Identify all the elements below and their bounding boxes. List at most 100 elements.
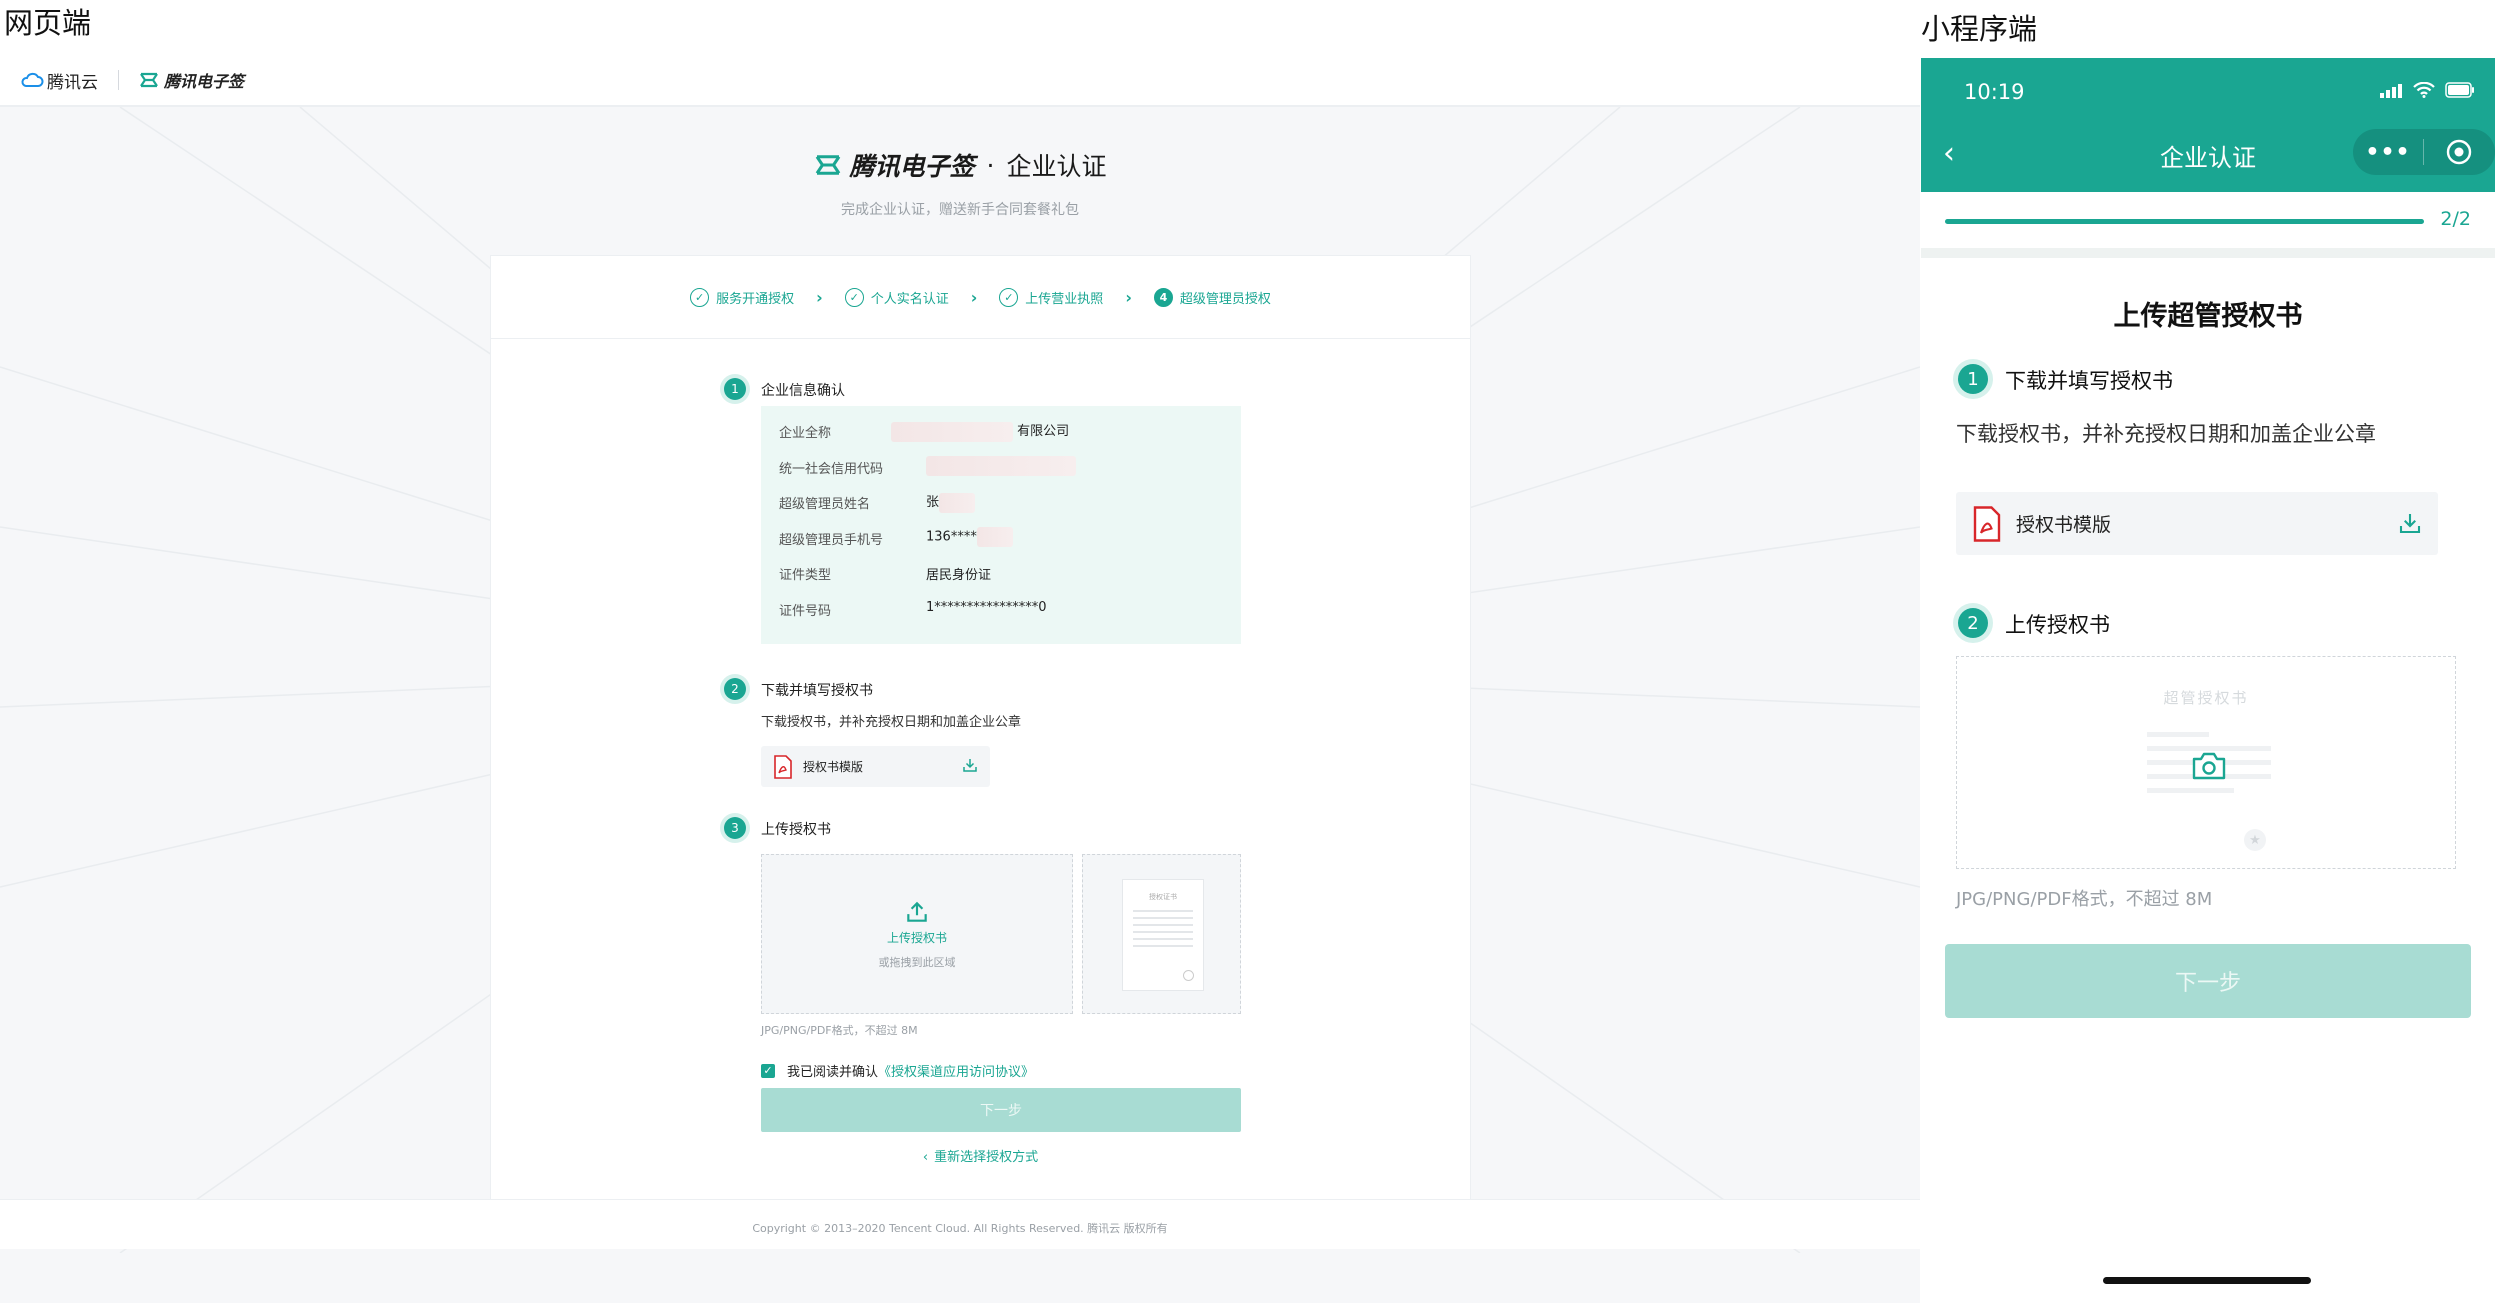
info-label: 证件类型 [779, 568, 832, 583]
step-business-license: ✓ 上传营业执照 [999, 287, 1104, 307]
download-icon[interactable] [2398, 511, 2422, 535]
pdf-icon [774, 754, 792, 779]
battery-icon [2445, 82, 2474, 98]
info-value: 居民身份证 [926, 568, 992, 583]
web-section-label: 网页端 [4, 6, 92, 40]
web-content-area: 腾讯电子签 · 企业认证 完成企业认证，赠送新手合同套餐礼包 ✓ 服务开通授权 … [0, 107, 1920, 1303]
mini-program-panel: 10:19 ‹ 企业认证 ••• 2/2 上传超管授权书 1 下载并填写授权书 [1921, 58, 2495, 1303]
chevron-right-icon: › [1125, 287, 1132, 307]
section-title: 企业信息确认 [761, 383, 845, 399]
format-hint: JPG/PNG/PDF格式，不超过 8M [1956, 889, 2213, 910]
upload-dropzone[interactable]: 超管授权书 ★ [1956, 656, 2456, 869]
agreement-row[interactable]: ✓ 我已阅读并确认 《授权渠道应用访问协议》 [761, 1061, 1034, 1080]
next-button[interactable]: 下一步 [761, 1088, 1241, 1132]
sample-title: 授权证书 [1149, 893, 1177, 901]
section-gap [1921, 248, 2495, 258]
agreement-checkbox[interactable]: ✓ [761, 1063, 775, 1078]
section-desc: 下载授权书，并补充授权日期和加盖企业公章 [1956, 422, 2376, 446]
brand-dot: · [986, 150, 995, 180]
section-desc: 下载授权书，并补充授权日期和加盖企业公章 [761, 715, 1022, 730]
company-name-suffix: 有限公司 [1017, 424, 1070, 439]
redacted-mask [926, 456, 1076, 476]
esign-logo[interactable]: 腾讯电子签 [139, 68, 244, 92]
step-label: 个人实名认证 [870, 291, 949, 307]
template-label: 授权书模版 [803, 760, 864, 774]
seal-icon: ★ [2244, 829, 2266, 851]
step-label: 超级管理员授权 [1179, 291, 1271, 307]
step-label: 服务开通授权 [716, 291, 795, 307]
step-number: 4 [1153, 287, 1173, 307]
check-circle-icon: ✓ [690, 287, 710, 307]
next-button[interactable]: 下一步 [1945, 944, 2471, 1018]
wifi-icon [2413, 82, 2435, 98]
company-info-box: 企业全称 有限公司 统一社会信用代码 超级管理员姓名 张 超级管理员手机号 13… [761, 406, 1241, 644]
top-nav-bar: 腾讯云 腾讯电子签 [0, 55, 1920, 107]
brand-heading: 腾讯电子签 · 企业认证 [0, 147, 1920, 183]
info-label: 统一社会信用代码 [779, 462, 884, 477]
web-panel: 腾讯云 腾讯电子签 腾讯电子签 · 企业认证 完成企业认证，赠送新手合同套餐礼包… [0, 55, 1920, 1303]
chevron-right-icon: › [816, 287, 823, 307]
section-number: 2 [1958, 608, 1988, 638]
section-number: 1 [724, 378, 746, 400]
redacted-mask [976, 527, 1013, 547]
info-label: 超级管理员手机号 [779, 533, 884, 548]
agreement-link[interactable]: 《授权渠道应用访问协议》 [878, 1061, 1034, 1080]
upload-title: 上传授权书 [886, 930, 947, 945]
template-label: 授权书模版 [2016, 514, 2112, 536]
info-value: 1****************0 [926, 600, 1047, 615]
reselect-auth-link[interactable]: ‹ 重新选择授权方式 [491, 1146, 1470, 1165]
signal-icon [2380, 84, 2402, 98]
more-icon[interactable]: ••• [2353, 140, 2423, 165]
target-icon[interactable] [2424, 138, 2494, 166]
topbar-divider [118, 70, 119, 90]
template-download[interactable]: 授权书模版 [1956, 492, 2438, 555]
mini-page-title: 上传超管授权书 [2113, 301, 2303, 332]
home-indicator [2103, 1277, 2311, 1284]
capsule-menu: ••• [2353, 129, 2495, 175]
esign-logo-text: 腾讯电子签 [164, 72, 245, 91]
info-value: 有限公司 [891, 420, 1069, 442]
section-title: 下载并填写授权书 [2005, 369, 2173, 393]
step-label: 上传营业执照 [1025, 291, 1104, 307]
reselect-label: 重新选择授权方式 [934, 1150, 1039, 1165]
auth-card: ✓ 服务开通授权 › ✓ 个人实名认证 › ✓ 上传营业执照 › 4 超级管理员… [490, 255, 1471, 1210]
step-indicator: ✓ 服务开通授权 › ✓ 个人实名认证 › ✓ 上传营业执照 › 4 超级管理员… [491, 256, 1470, 339]
sample-preview: 授权证书 [1082, 854, 1241, 1014]
redacted-mask [891, 421, 1013, 442]
upload-hint: 或拖拽到此区域 [878, 955, 956, 969]
cloud-icon [21, 72, 44, 87]
status-icons [2379, 82, 2475, 98]
info-label: 超级管理员姓名 [779, 497, 871, 512]
esign-icon [815, 155, 840, 175]
section-title: 下载并填写授权书 [761, 683, 873, 699]
info-value: 张 [926, 491, 976, 513]
upload-dropzone[interactable]: 上传授权书 或拖拽到此区域 [761, 854, 1073, 1014]
agreement-text: 我已阅读并确认 [787, 1065, 879, 1080]
check-circle-icon: ✓ [844, 287, 864, 307]
info-value: 136**** [926, 527, 1013, 547]
format-hint: JPG/PNG/PDF格式，不超过 8M [761, 1024, 918, 1037]
tencent-cloud-logo[interactable]: 腾讯云 [20, 68, 98, 93]
chevron-right-icon: › [970, 287, 978, 307]
mini-header: 10:19 ‹ 企业认证 ••• [1921, 58, 2495, 192]
chevron-left-icon: ‹ [922, 1150, 929, 1165]
check-circle-icon: ✓ [999, 287, 1019, 307]
footer: Copyright © 2013–2020 Tencent Cloud. All… [0, 1199, 1920, 1249]
progress-bar [1945, 219, 2424, 224]
mini-section-label: 小程序端 [1921, 12, 2038, 46]
sample-document: 授权证书 [1122, 879, 1204, 991]
section-number: 2 [724, 678, 746, 700]
page-title: 企业认证 [1006, 152, 1107, 181]
brand-name: 腾讯电子签 [849, 152, 975, 181]
template-download[interactable]: 授权书模版 [761, 746, 990, 787]
placeholder-title: 超管授权书 [2163, 689, 2249, 707]
esign-icon [140, 72, 158, 88]
pdf-icon [1973, 505, 2001, 542]
page-subtitle: 完成企业认证，赠送新手合同套餐礼包 [841, 202, 1079, 218]
section-title: 上传授权书 [2005, 613, 2110, 637]
download-icon[interactable] [962, 757, 978, 773]
redacted-mask [939, 492, 976, 513]
step-admin-auth: 4 超级管理员授权 [1153, 287, 1271, 307]
status-time: 10:19 [1964, 80, 2025, 104]
cloud-logo-text: 腾讯云 [47, 72, 98, 93]
